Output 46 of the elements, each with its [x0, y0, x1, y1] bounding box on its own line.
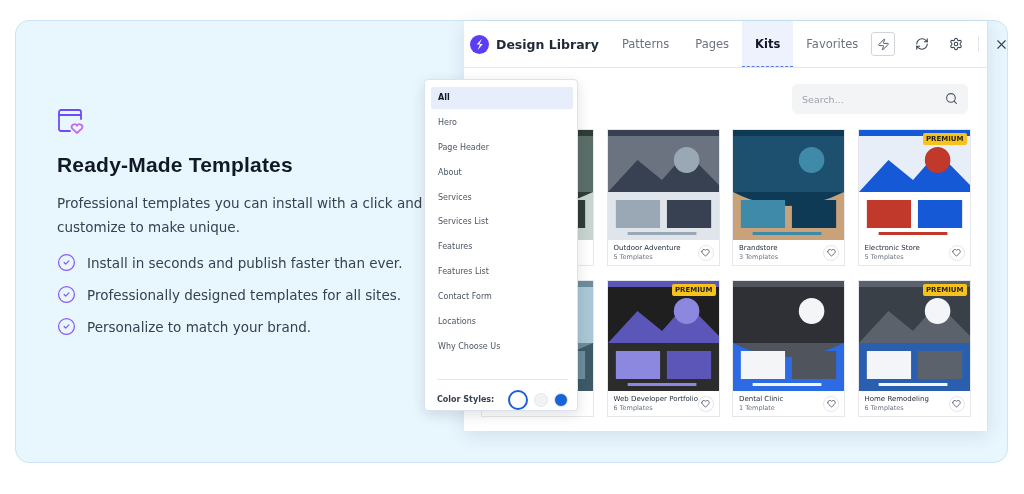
category-option[interactable]: Features	[431, 235, 573, 258]
feature-bullet: Personalize to match your brand.	[87, 318, 312, 335]
category-option[interactable]: Contact Form	[431, 285, 573, 308]
library-tab[interactable]: Kits	[742, 21, 794, 67]
check-circle-icon	[57, 253, 76, 272]
heart-icon	[952, 399, 961, 408]
category-option[interactable]: Services List	[431, 211, 573, 233]
lightning-bolt-icon	[876, 37, 890, 51]
favorite-button[interactable]	[698, 395, 714, 412]
heart-icon	[826, 248, 836, 257]
feature-description: Professional templates you can install with a click and customize to make unique.	[57, 194, 424, 237]
category-option[interactable]: Locations	[431, 310, 573, 333]
heart-icon	[952, 248, 961, 257]
feature-title: Ready-Made Templates	[57, 153, 293, 177]
category-option[interactable]: Services	[431, 186, 573, 209]
search-field[interactable]: Search...	[792, 84, 968, 114]
category-option[interactable]: Why Choose Us	[431, 335, 573, 357]
bolt-button[interactable]	[871, 32, 896, 56]
library-tab[interactable]: Patterns	[608, 21, 683, 67]
category-option[interactable]: About	[431, 161, 573, 184]
settings-icon	[949, 37, 964, 51]
category-option[interactable]: Features List	[431, 260, 573, 283]
favorite-button[interactable]	[823, 244, 839, 261]
favorite-button[interactable]	[948, 395, 965, 412]
color-style-swatch[interactable]	[508, 389, 528, 410]
heart-icon	[701, 399, 711, 408]
library-tab[interactable]: Pages	[682, 21, 743, 67]
feature-bullet: Professionally designed templates for all sites.	[87, 286, 401, 303]
feature-bullet: Install in seconds and publish faster than ever.	[87, 254, 403, 271]
heart-icon	[701, 248, 710, 257]
logo-icon	[470, 34, 489, 54]
check-circle-icon	[57, 285, 76, 304]
favorite-button[interactable]	[823, 395, 839, 412]
color-styles-label: Color Styles:	[437, 395, 495, 405]
heart-icon	[826, 399, 836, 408]
category-option[interactable]: All	[431, 87, 573, 109]
check-circle-icon	[57, 317, 76, 336]
library-tab[interactable]: Favorites	[793, 21, 872, 67]
category-option[interactable]: Page Header	[431, 136, 573, 159]
library-title: Design Library	[496, 36, 599, 52]
favorite-button[interactable]	[697, 244, 714, 261]
template-heart-icon	[57, 107, 85, 135]
category-option[interactable]: Hero	[431, 111, 573, 134]
favorite-button[interactable]	[948, 244, 965, 261]
search-icon	[945, 92, 958, 105]
refresh-icon	[915, 37, 930, 51]
